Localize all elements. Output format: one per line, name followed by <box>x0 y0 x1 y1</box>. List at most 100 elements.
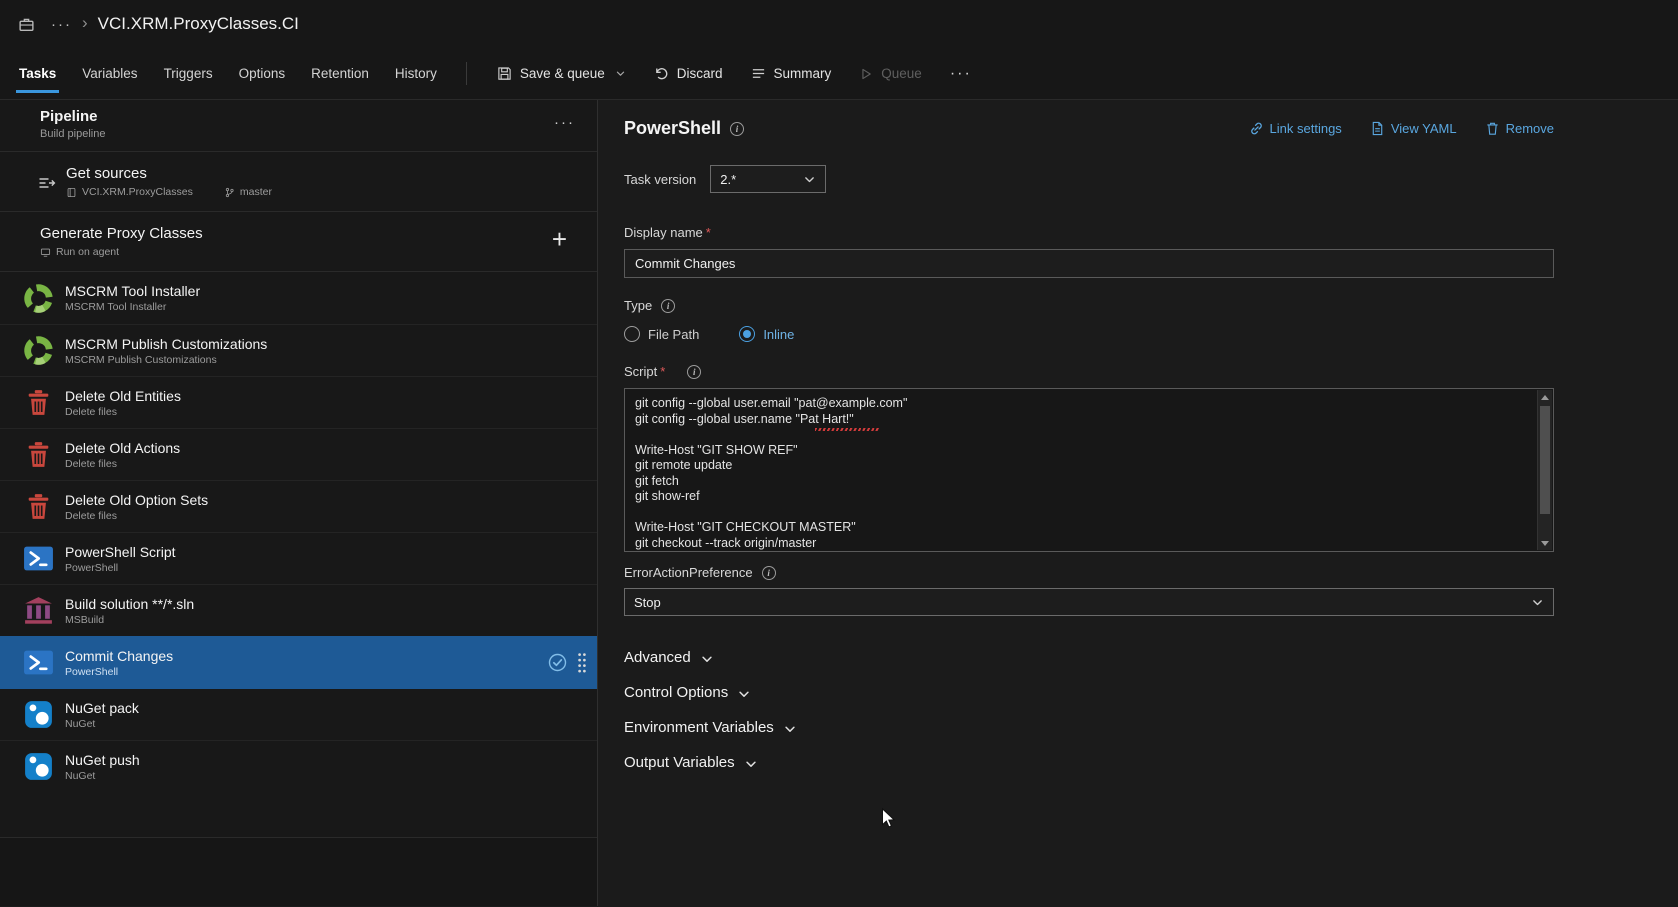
task-row-nuget-pack[interactable]: NuGet pack NuGet <box>0 688 597 740</box>
task-row-mscrm-tool-installer[interactable]: MSCRM Tool Installer MSCRM Tool Installe… <box>0 272 597 324</box>
summary-icon <box>751 66 766 81</box>
task-row-powershell-script[interactable]: PowerShell Script PowerShell <box>0 532 597 584</box>
branch-icon <box>224 187 235 198</box>
display-name-label: Display name <box>624 225 703 240</box>
task-version-dropdown[interactable]: 2.* <box>710 165 826 193</box>
discard-button[interactable]: Discard <box>640 48 737 99</box>
section-control-options[interactable]: Control Options <box>624 675 1554 710</box>
agent-icon <box>40 247 51 258</box>
scrollbar-thumb[interactable] <box>1540 406 1550 514</box>
task-type: MSCRM Tool Installer <box>65 301 200 313</box>
breadcrumb-more-button[interactable]: ··· <box>51 16 72 33</box>
task-name: PowerShell Script <box>65 544 176 560</box>
save-and-queue-label: Save & queue <box>520 66 605 81</box>
nuget-icon <box>22 750 55 783</box>
summary-button[interactable]: Summary <box>737 48 846 99</box>
scroll-down-arrow[interactable] <box>1538 536 1552 550</box>
radio-file-path[interactable]: File Path <box>624 326 699 342</box>
task-row-commit-changes[interactable]: Commit Changes PowerShell <box>0 636 597 688</box>
pipeline-more-button[interactable]: ··· <box>554 114 575 131</box>
task-row-build-solution[interactable]: Build solution **/*.sln MSBuild <box>0 584 597 636</box>
chevron-down-icon <box>803 173 816 186</box>
task-name: MSCRM Publish Customizations <box>65 336 267 352</box>
section-label: Advanced <box>624 649 691 666</box>
task-row-delete-old-actions[interactable]: Delete Old Actions Delete files <box>0 428 597 480</box>
tab-options[interactable]: Options <box>226 48 299 99</box>
task-row-mscrm-publish[interactable]: MSCRM Publish Customizations MSCRM Publi… <box>0 324 597 376</box>
task-version-value: 2.* <box>720 172 736 187</box>
info-icon[interactable] <box>762 566 776 580</box>
task-row-nuget-push[interactable]: NuGet push NuGet <box>0 740 597 792</box>
task-version-label: Task version <box>624 172 696 187</box>
trash-icon <box>22 490 55 523</box>
script-scrollbar[interactable] <box>1537 390 1552 550</box>
task-type: MSBuild <box>65 614 194 626</box>
trash-icon <box>22 438 55 471</box>
remove-task-button[interactable]: Remove <box>1485 121 1554 136</box>
page-title: VCI.XRM.ProxyClasses.CI <box>98 14 299 34</box>
tab-triggers[interactable]: Triggers <box>151 48 226 99</box>
link-settings-button[interactable]: Link settings <box>1249 121 1342 136</box>
more-actions-button[interactable]: ··· <box>936 48 986 99</box>
section-output-variables[interactable]: Output Variables <box>624 745 1554 780</box>
task-type: Delete files <box>65 458 180 470</box>
tab-variables[interactable]: Variables <box>69 48 150 99</box>
task-name: MSCRM Tool Installer <box>65 283 200 299</box>
section-label: Environment Variables <box>624 719 774 736</box>
tab-history[interactable]: History <box>382 48 450 99</box>
branch-name: master <box>240 186 272 198</box>
powershell-icon <box>22 542 55 575</box>
script-text[interactable]: git config --global user.email "pat@exam… <box>625 389 1553 551</box>
task-list: MSCRM Tool Installer MSCRM Tool Installe… <box>0 272 597 792</box>
script-label: Script <box>624 364 657 379</box>
document-icon <box>1370 121 1385 136</box>
scroll-up-arrow[interactable] <box>1538 390 1552 404</box>
task-name: Delete Old Entities <box>65 388 181 404</box>
chevron-down-icon <box>1531 596 1544 609</box>
view-yaml-button[interactable]: View YAML <box>1370 121 1457 136</box>
pipeline-header[interactable]: Pipeline Build pipeline ··· <box>0 100 597 152</box>
link-icon <box>1249 121 1264 136</box>
repo-name: VCI.XRM.ProxyClasses <box>82 186 193 198</box>
pipeline-title: Pipeline <box>40 108 105 125</box>
script-editor[interactable]: git config --global user.email "pat@exam… <box>624 388 1554 552</box>
task-row-delete-old-option-sets[interactable]: Delete Old Option Sets Delete files <box>0 480 597 532</box>
task-row-delete-old-entities[interactable]: Delete Old Entities Delete files <box>0 376 597 428</box>
chevron-down-icon <box>744 757 758 771</box>
breadcrumb-separator-icon: › <box>82 13 88 33</box>
task-list-end-divider <box>0 792 597 838</box>
tab-retention[interactable]: Retention <box>298 48 382 99</box>
queue-button[interactable]: Queue <box>845 48 936 99</box>
task-type: NuGet <box>65 718 139 730</box>
add-task-button[interactable]: + <box>552 226 567 252</box>
pipeline-panel: Pipeline Build pipeline ··· Get sources … <box>0 100 598 906</box>
required-marker: * <box>660 364 665 379</box>
get-sources-row[interactable]: Get sources VCI.XRM.ProxyClasses master <box>0 152 597 212</box>
remove-label: Remove <box>1506 121 1554 136</box>
task-name: NuGet push <box>65 752 140 768</box>
tab-tasks[interactable]: Tasks <box>6 48 69 99</box>
info-icon[interactable] <box>687 365 701 379</box>
drag-handle[interactable] <box>577 652 587 674</box>
info-icon[interactable] <box>661 299 675 313</box>
display-name-input[interactable] <box>624 249 1554 278</box>
link-settings-label: Link settings <box>1270 121 1342 136</box>
agent-phase-header[interactable]: Generate Proxy Classes Run on agent + <box>0 212 597 272</box>
radio-inline[interactable]: Inline <box>739 326 794 342</box>
error-action-preference-dropdown[interactable]: Stop <box>624 588 1554 616</box>
info-icon[interactable] <box>730 122 744 136</box>
section-label: Output Variables <box>624 754 735 771</box>
pipeline-breadcrumb-icon <box>18 16 35 33</box>
section-advanced[interactable]: Advanced <box>624 640 1554 675</box>
left-panel-empty <box>0 838 597 906</box>
section-environment-variables[interactable]: Environment Variables <box>624 710 1554 745</box>
get-sources-title: Get sources <box>66 165 272 182</box>
type-label: Type <box>624 298 652 313</box>
section-label: Control Options <box>624 684 728 701</box>
app-header: ··· › VCI.XRM.ProxyClasses.CI <box>0 0 1678 48</box>
task-enabled-check-icon[interactable] <box>548 653 567 672</box>
save-and-queue-button[interactable]: Save & queue <box>483 48 640 99</box>
radio-file-path-label: File Path <box>648 327 699 342</box>
task-name: Commit Changes <box>65 648 173 664</box>
chevron-down-icon <box>783 722 797 736</box>
